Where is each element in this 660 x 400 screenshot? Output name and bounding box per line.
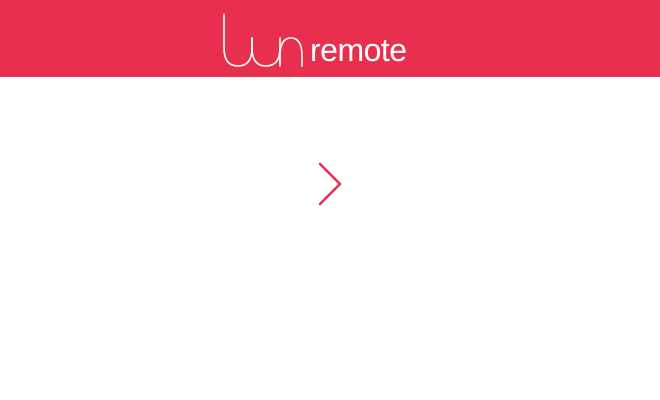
app-logo: lun remote	[220, 0, 440, 77]
next-button[interactable]	[312, 159, 348, 209]
lun-logo-mark: lun	[223, 13, 303, 67]
app-header: lun remote	[0, 0, 660, 77]
main-content	[0, 77, 660, 400]
app-window: lun remote	[0, 0, 660, 400]
chevron-right-icon	[318, 162, 342, 206]
app-name: remote	[310, 32, 407, 68]
